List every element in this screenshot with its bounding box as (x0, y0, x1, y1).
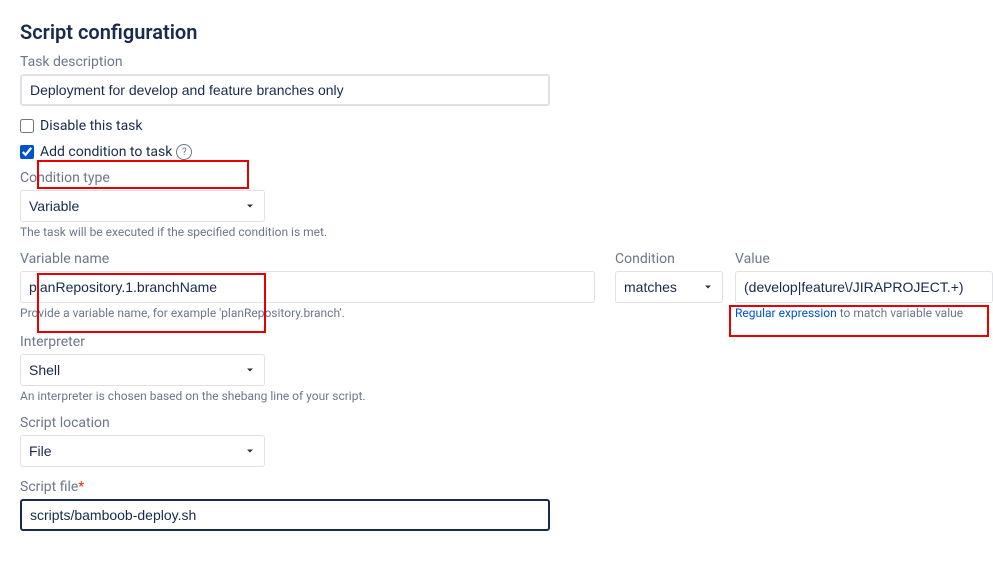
regex-link[interactable]: Regular expression (735, 306, 837, 320)
variable-name-input[interactable] (20, 271, 595, 303)
condition-type-select[interactable]: Variable (20, 190, 265, 222)
value-input[interactable] (735, 271, 993, 303)
script-file-input[interactable] (20, 499, 550, 531)
condition-row: Variable name Provide a variable name, f… (20, 251, 973, 320)
add-condition-checkbox[interactable] (20, 145, 34, 159)
condition-type-help: The task will be executed if the specifi… (20, 225, 973, 239)
condition-type-label: Condition type (20, 170, 973, 186)
condition-group: Condition matches (615, 251, 715, 303)
script-file-label: Script file (20, 479, 973, 495)
value-label: Value (735, 251, 993, 267)
disable-task-row: Disable this task (20, 118, 973, 134)
variable-name-label: Variable name (20, 251, 595, 267)
interpreter-label: Interpreter (20, 334, 973, 350)
script-location-select[interactable]: File (20, 435, 265, 467)
disable-task-label: Disable this task (40, 118, 143, 134)
value-group: Value Regular expression to match variab… (735, 251, 993, 320)
condition-type-group: Condition type Variable The task will be… (20, 170, 973, 239)
script-location-group: Script location File (20, 415, 973, 467)
value-help-suffix: to match variable value (837, 306, 963, 320)
disable-task-checkbox[interactable] (20, 119, 34, 133)
add-condition-row: Add condition to task ? (20, 144, 973, 160)
interpreter-group: Interpreter Shell An interpreter is chos… (20, 334, 973, 403)
script-location-label: Script location (20, 415, 973, 431)
value-help: Regular expression to match variable val… (735, 306, 993, 320)
add-condition-label: Add condition to task (40, 144, 172, 160)
interpreter-select[interactable]: Shell (20, 354, 265, 386)
page-title: Script configuration (20, 20, 973, 44)
script-file-group: Script file (20, 479, 973, 531)
variable-name-group: Variable name Provide a variable name, f… (20, 251, 595, 320)
interpreter-help: An interpreter is chosen based on the sh… (20, 389, 973, 403)
task-description-input[interactable] (20, 74, 550, 106)
task-description-group: Task description (20, 54, 973, 106)
condition-select[interactable]: matches (615, 271, 723, 303)
help-icon[interactable]: ? (176, 144, 192, 160)
variable-name-help: Provide a variable name, for example 'pl… (20, 306, 595, 320)
condition-label: Condition (615, 251, 715, 267)
task-description-label: Task description (20, 54, 973, 70)
